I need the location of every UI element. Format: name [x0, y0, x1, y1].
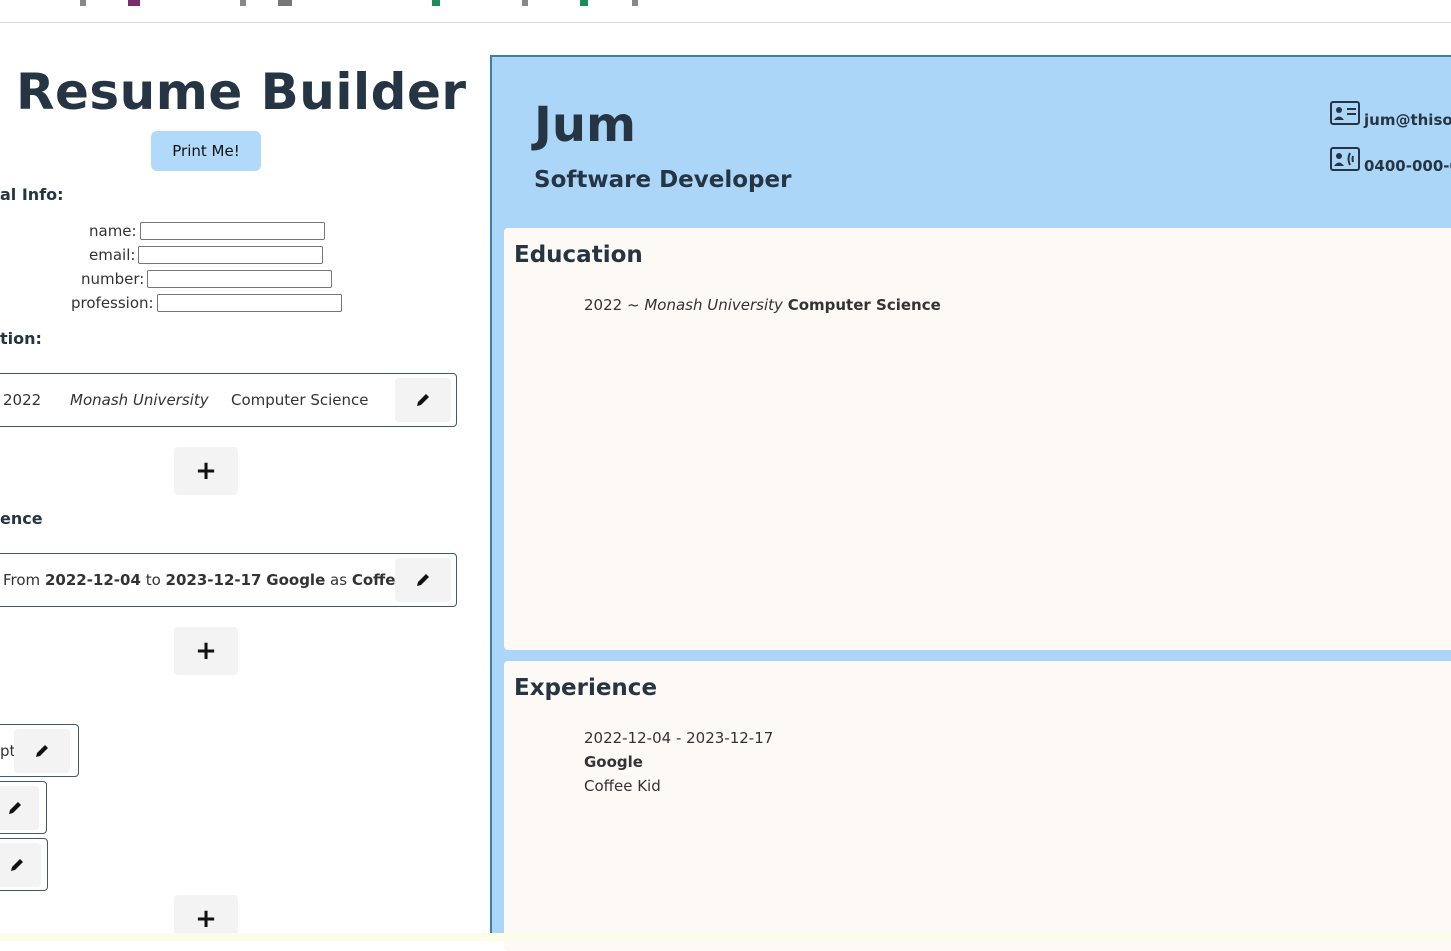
preview-experience-company: Google — [584, 753, 643, 771]
skill-entry — [0, 838, 48, 891]
personal-info-heading: al Info: — [0, 185, 64, 204]
pencil-icon — [9, 802, 21, 814]
preview-profession: Software Developer — [534, 167, 792, 193]
number-field[interactable] — [147, 270, 333, 288]
email-row: email: — [89, 244, 324, 266]
email-field[interactable] — [138, 246, 324, 264]
bookmark-fragment[interactable] — [240, 0, 246, 6]
experience-heading: ence — [0, 509, 43, 528]
bookmark-fragment[interactable] — [580, 0, 588, 6]
app-title: Resume Builder — [16, 63, 467, 121]
pencil-icon — [11, 859, 23, 871]
preview-name: Jum — [534, 97, 637, 153]
add-education-button[interactable]: + — [174, 447, 238, 495]
preview-phone: 0400-000-00 — [1330, 147, 1451, 175]
name-field[interactable] — [139, 222, 325, 240]
name-label: name: — [89, 222, 137, 240]
preview-education-entry: 2022 ~ Monash University Computer Scienc… — [584, 296, 941, 314]
experience-entry: From 2022-12-04 to 2023-12-17 Google as … — [0, 553, 457, 607]
bookmark-fragment[interactable] — [80, 0, 86, 6]
experience-from-word: From — [3, 571, 41, 589]
preview-phone-text: 0400-000-00 — [1364, 157, 1451, 175]
experience-as-word: as — [330, 571, 348, 589]
number-label: number: — [81, 270, 145, 288]
education-course: Computer Science — [231, 391, 369, 409]
preview-education-institution: Monash University — [644, 296, 783, 314]
bookmarks-bar — [0, 0, 1451, 23]
preview-education-course: Computer Science — [787, 296, 941, 314]
skill-entry: pt — [0, 724, 79, 777]
bookmark-fragment[interactable] — [128, 0, 140, 6]
edit-experience-button[interactable] — [395, 558, 451, 602]
experience-summary: From 2022-12-04 to 2023-12-17 Google as … — [3, 571, 438, 589]
name-row: name: — [89, 220, 325, 242]
profession-label: profession: — [71, 294, 154, 312]
preview-education-heading: Education — [514, 242, 643, 268]
print-button[interactable]: Print Me! — [151, 131, 261, 171]
edit-skill-button[interactable] — [0, 786, 39, 830]
preview-email-text: jum@thisor — [1364, 111, 1451, 129]
pencil-icon — [417, 394, 429, 406]
pencil-icon — [36, 745, 48, 757]
experience-company: Google — [266, 571, 326, 589]
preview-education-section: Education 2022 ~ Monash University Compu… — [504, 228, 1451, 650]
education-institution: Monash University — [70, 391, 209, 409]
experience-end: 2023-12-17 — [165, 571, 262, 589]
education-heading: tion: — [0, 329, 42, 348]
bookmark-fragment[interactable] — [432, 0, 440, 6]
preview-education-year: 2022 — [584, 296, 623, 314]
experience-start: 2022-12-04 — [44, 571, 141, 589]
bookmark-fragment[interactable] — [522, 0, 528, 6]
experience-to-word: to — [145, 571, 161, 589]
preview-experience-section: Experience 2022-12-04 - 2023-12-17 Googl… — [504, 661, 1451, 951]
contact-card-icon — [1330, 101, 1360, 125]
editor-panel: Resume Builder Print Me! al Info: name: … — [0, 23, 480, 941]
bookmark-fragment[interactable] — [278, 0, 292, 6]
education-year: 2022 — [3, 391, 42, 409]
edit-education-button[interactable] — [395, 378, 451, 422]
preview-email: jum@thisor — [1330, 101, 1451, 129]
pencil-icon — [417, 574, 429, 586]
preview-experience-role: Coffee Kid — [584, 777, 661, 795]
bookmark-fragment[interactable] — [632, 0, 638, 6]
edit-skill-button[interactable] — [14, 729, 70, 773]
preview-experience-dates: 2022-12-04 - 2023-12-17 — [584, 729, 774, 747]
preview-experience-heading: Experience — [514, 675, 658, 701]
education-entry: 2022 Monash University Computer Science — [0, 373, 457, 427]
resume-preview: Jum Software Developer jum@thisor 0400-0… — [490, 55, 1451, 951]
skill-entry — [0, 781, 47, 834]
number-row: number: — [81, 268, 333, 290]
contact-phone-icon — [1330, 147, 1360, 171]
page-bottom-strip — [0, 933, 1451, 941]
add-experience-button[interactable]: + — [174, 627, 238, 675]
profession-field[interactable] — [156, 294, 342, 312]
preview-education-sep: ~ — [626, 296, 640, 314]
edit-skill-button[interactable] — [0, 843, 41, 887]
profession-row: profession: — [71, 292, 342, 314]
email-label: email: — [89, 246, 136, 264]
